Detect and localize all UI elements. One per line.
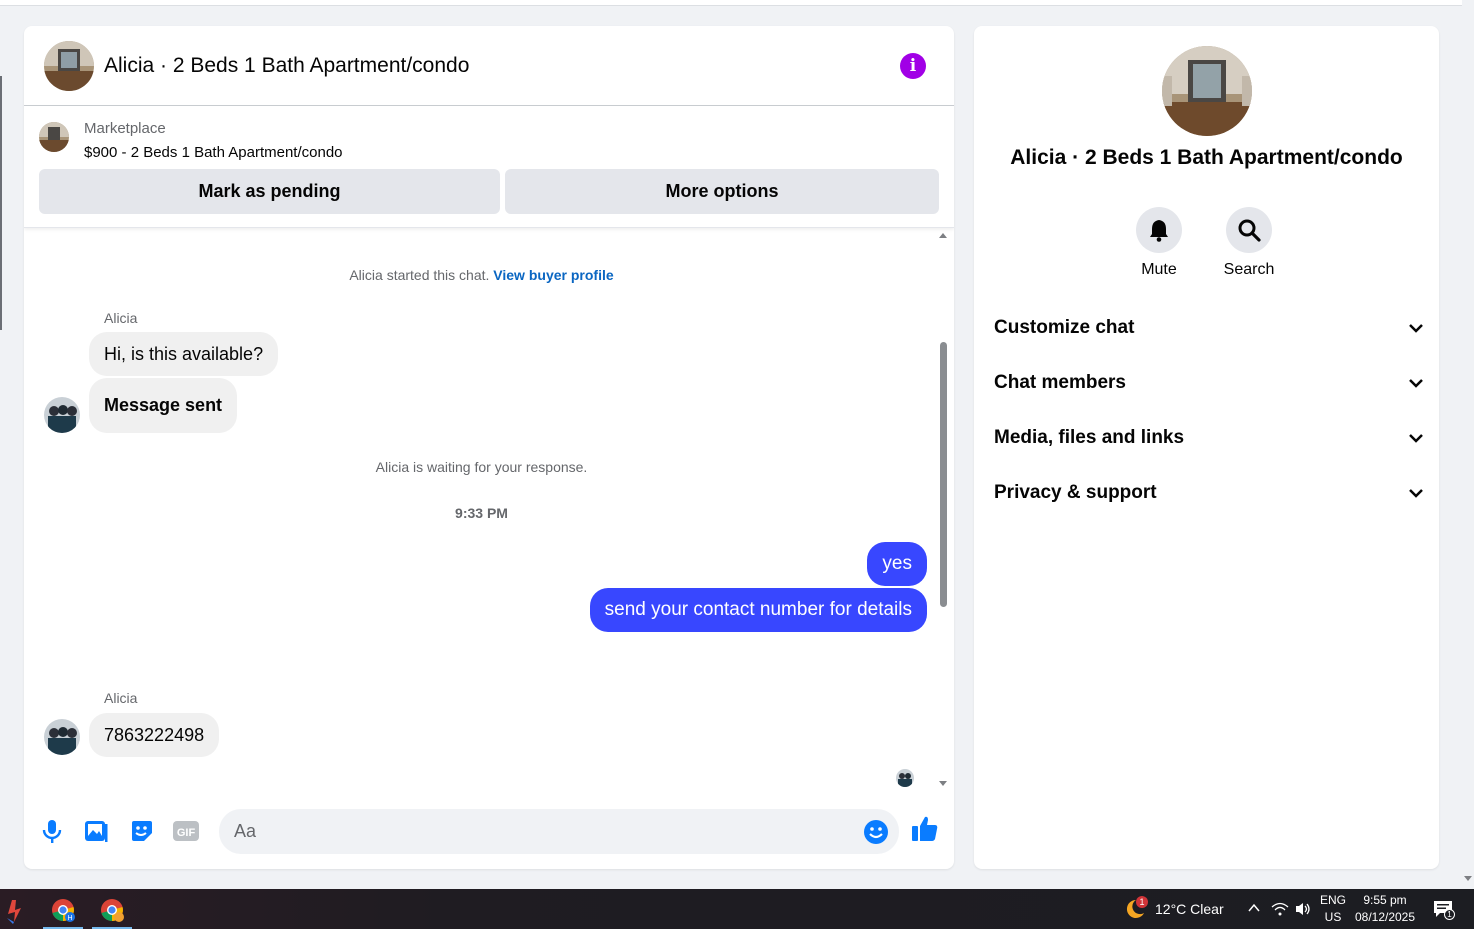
chevron-down-icon: [1409, 379, 1423, 388]
sender-name: Alicia: [104, 690, 138, 706]
more-options-button[interactable]: More options: [505, 169, 939, 214]
chat-header: Alicia · 2 Beds 1 Bath Apartment/condo i: [24, 26, 954, 106]
clock-time[interactable]: 9:55 pm: [1352, 893, 1418, 907]
section-label: Privacy & support: [994, 482, 1157, 503]
info-panel-title: Alicia · 2 Beds 1 Bath Apartment/condo: [1010, 146, 1403, 169]
chevron-down-icon: [1409, 434, 1423, 443]
volume-icon[interactable]: [1294, 901, 1312, 922]
listing-bar: Marketplace $900 - 2 Beds 1 Bath Apartme…: [24, 106, 954, 228]
thumbs-up-icon[interactable]: [910, 814, 940, 844]
start-app-icon[interactable]: [0, 893, 28, 929]
chevron-up-icon[interactable]: [1247, 901, 1261, 920]
listing-source: Marketplace: [84, 120, 166, 137]
left-edge-divider: [0, 76, 2, 330]
gif-icon[interactable]: GIF: [171, 816, 201, 846]
weather-moon-icon[interactable]: 1: [1122, 896, 1148, 921]
microphone-icon[interactable]: [37, 816, 67, 846]
chrome-profile-icon[interactable]: [92, 893, 132, 929]
browser-top-strip: [0, 0, 1462, 6]
incoming-message[interactable]: Message sent: [89, 378, 238, 433]
view-buyer-profile-link[interactable]: View buyer profile: [493, 267, 613, 283]
photo-icon[interactable]: [81, 816, 111, 846]
chat-info-panel: Alicia · 2 Beds 1 Bath Apartment/condo M…: [974, 26, 1439, 869]
section-customize-chat[interactable]: Customize chat: [994, 308, 1424, 348]
clock-date[interactable]: 08/12/2025: [1352, 910, 1418, 924]
sender-name: Alicia: [104, 310, 138, 326]
scroll-down-arrow-icon[interactable]: [939, 781, 947, 786]
chevron-down-icon: [1409, 489, 1423, 498]
chevron-down-icon: [1409, 324, 1423, 333]
section-media-files-links[interactable]: Media, files and links: [994, 418, 1424, 458]
section-label: Media, files and links: [994, 427, 1185, 448]
weather-text[interactable]: 12°C Clear: [1155, 901, 1224, 917]
section-label: Chat members: [994, 372, 1126, 393]
incoming-message[interactable]: Hi, is this available?: [89, 332, 279, 376]
windows-taskbar: H 1 12°C Clear ENG US 9:55 pm 08/12/2025…: [0, 889, 1474, 929]
notification-count: 1: [1444, 909, 1455, 920]
page-scrollbar[interactable]: [1462, 0, 1474, 889]
scroll-down-arrow-icon[interactable]: [1464, 876, 1472, 881]
room-avatar[interactable]: [44, 41, 94, 91]
message-timestamp: 9:33 PM: [455, 505, 508, 521]
mark-as-pending-button[interactable]: Mark as pending: [39, 169, 500, 214]
mute-label: Mute: [1141, 261, 1177, 278]
sender-avatar[interactable]: [44, 397, 80, 433]
messages-scrollbar[interactable]: [937, 229, 949, 794]
chat-panel: Alicia · 2 Beds 1 Bath Apartment/condo i…: [24, 26, 954, 869]
listing-thumbnail[interactable]: [39, 122, 69, 152]
scroll-up-arrow-icon[interactable]: [939, 233, 947, 238]
outgoing-message[interactable]: send your contact number for details: [589, 588, 927, 632]
chrome-profile-h-icon[interactable]: H: [43, 893, 83, 929]
read-receipt-avatar: [896, 769, 914, 787]
chat-started-text: Alicia started this chat.: [349, 267, 490, 283]
notification-icon[interactable]: 1: [1432, 899, 1456, 921]
waiting-notice: Alicia is waiting for your response.: [375, 459, 588, 475]
svg-text:H: H: [67, 915, 72, 922]
search-label: Search: [1223, 261, 1275, 278]
bell-icon[interactable]: [1136, 207, 1182, 253]
mute-action[interactable]: Mute: [1119, 207, 1199, 279]
search-icon[interactable]: [1226, 207, 1272, 253]
scroll-thumb[interactable]: [940, 342, 947, 607]
gif-label: GIF: [177, 827, 196, 839]
emoji-icon[interactable]: [863, 819, 889, 845]
network-icon[interactable]: [1271, 902, 1289, 921]
language-region[interactable]: US: [1318, 910, 1348, 924]
message-composer: GIF: [24, 794, 954, 869]
section-label: Customize chat: [994, 317, 1135, 338]
chat-started-notice: Alicia started this chat. View buyer pro…: [24, 267, 939, 283]
info-icon[interactable]: i: [900, 53, 926, 79]
section-privacy-support[interactable]: Privacy & support: [994, 473, 1424, 513]
message-input[interactable]: [234, 809, 834, 854]
listing-price-title[interactable]: $900 - 2 Beds 1 Bath Apartment/condo: [84, 144, 343, 161]
search-action[interactable]: Search: [1209, 207, 1289, 279]
weather-badge: 1: [1136, 896, 1148, 908]
room-avatar-large[interactable]: [1162, 46, 1252, 136]
message-input-box[interactable]: [219, 809, 899, 854]
incoming-message[interactable]: 7863222498: [89, 713, 220, 757]
sender-avatar[interactable]: [44, 719, 80, 755]
message-list: Alicia started this chat. View buyer pro…: [24, 229, 954, 794]
outgoing-message[interactable]: yes: [867, 542, 927, 586]
sticker-icon[interactable]: [127, 816, 157, 846]
section-chat-members[interactable]: Chat members: [994, 363, 1424, 403]
chat-title: Alicia · 2 Beds 1 Bath Apartment/condo: [104, 54, 470, 77]
language-primary[interactable]: ENG: [1318, 893, 1348, 907]
